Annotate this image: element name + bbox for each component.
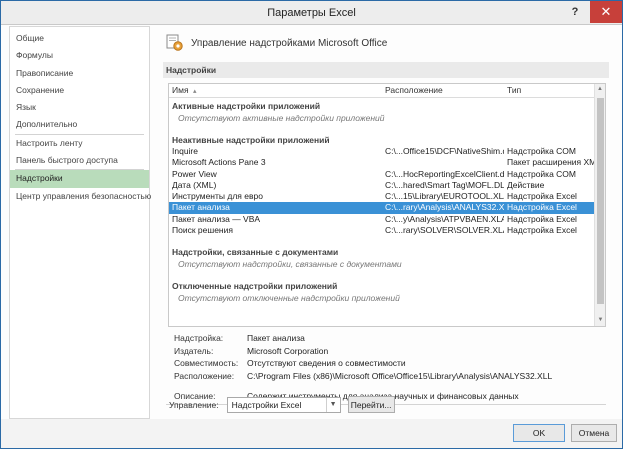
sidebar-item-save[interactable]: Сохранение: [10, 82, 149, 99]
chevron-down-icon[interactable]: ▼: [325, 397, 340, 412]
scroll-up-icon[interactable]: ▲: [595, 84, 605, 95]
group-header-document: Надстройки, связанные с документами: [172, 247, 339, 258]
go-button[interactable]: Перейти...: [347, 396, 395, 413]
title-bar: Параметры Excel ? ✕: [1, 1, 622, 25]
manage-label: Управление:: [169, 399, 219, 410]
detail-addin-name: Пакет анализа: [247, 333, 305, 343]
list-row[interactable]: Inquire C:\...Office15\DCF\NativeShim.dll…: [169, 146, 595, 157]
main-panel: Управление надстройками Microsoft Office…: [158, 26, 616, 419]
group-header-inactive: Неактивные надстройки приложений: [172, 135, 330, 145]
section-title: Надстройки: [163, 62, 609, 78]
column-header-location[interactable]: Расположение: [382, 84, 504, 97]
sidebar-item-addins[interactable]: Надстройки: [10, 170, 149, 188]
addin-details: Надстройка: Пакет анализа Издатель: Micros…: [174, 332, 552, 403]
list-row[interactable]: Инструменты для евро C:\...15\Library\EUR…: [169, 191, 595, 202]
column-header-name[interactable]: Имя ▴: [169, 84, 382, 97]
list-row-selected[interactable]: Пакет анализа C:\...rary\Analysis\ANALYS3…: [169, 202, 595, 214]
gear-addins-icon: [166, 34, 183, 51]
sidebar-item-general[interactable]: Общие: [10, 30, 149, 47]
sidebar-item-language[interactable]: Язык: [10, 99, 149, 116]
group-empty-text: Отсутствуют активные надстройки приложен…: [178, 113, 385, 123]
sidebar: Общие Формулы Правописание Сохранение Яз…: [9, 26, 151, 419]
ok-button[interactable]: OK: [513, 424, 565, 442]
help-button[interactable]: ?: [560, 1, 590, 23]
detail-location: C:\Program Files (x86)\Microsoft Office\…: [247, 370, 553, 381]
sidebar-item-customize-ribbon[interactable]: Настроить ленту: [10, 135, 149, 152]
list-row[interactable]: Дата (XML) C:\...hared\Smart Tag\MOFL.DLL…: [169, 180, 595, 191]
list-row[interactable]: Пакет анализа — VBA C:\...y\Analysis\ATPV…: [169, 214, 595, 225]
scroll-down-icon[interactable]: ▼: [595, 315, 605, 326]
detail-compatibility: Отсутствуют сведения о совместимости: [247, 358, 406, 368]
list-row[interactable]: Microsoft Actions Pane 3 Пакет расширения…: [169, 157, 595, 168]
sidebar-item-trust-center[interactable]: Центр управления безопасностью: [10, 188, 151, 205]
options-dialog: Параметры Excel ? ✕ Общие Формулы Правоп…: [0, 0, 623, 449]
sidebar-item-formulas[interactable]: Формулы: [10, 47, 149, 64]
column-name-label: Имя: [172, 85, 189, 95]
detail-publisher: Microsoft Corporation: [247, 345, 329, 356]
sort-arrow-icon: ▴: [192, 88, 197, 95]
manage-select-value: Надстройки Excel: [231, 399, 302, 410]
close-button[interactable]: ✕: [590, 1, 622, 23]
detail-label: Расположение:: [174, 370, 235, 381]
detail-label: Совместимость:: [174, 358, 239, 368]
manage-row: Управление: Надстройки Excel ▼ Перейти..…: [169, 396, 395, 413]
group-header-active: Активные надстройки приложений: [172, 101, 321, 111]
column-header-type[interactable]: Тип: [504, 84, 594, 97]
detail-label: Издатель:: [174, 345, 214, 356]
group-header-disabled: Отключенные надстройки приложений: [172, 281, 338, 292]
group-empty-text: Отсутствуют отключенные надстройки прило…: [178, 293, 400, 304]
cancel-button[interactable]: Отмена: [571, 424, 617, 442]
detail-label: Надстройка:: [174, 333, 224, 343]
list-row[interactable]: Поиск решения C:\...rary\SOLVER\SOLVER.XL…: [169, 225, 595, 236]
sidebar-item-quick-access[interactable]: Панель быстрого доступа: [10, 152, 149, 169]
manage-select[interactable]: Надстройки Excel ▼: [226, 396, 341, 413]
scroll-thumb[interactable]: [597, 98, 604, 304]
list-row[interactable]: Power View C:\...HocReportingExcelClient.…: [169, 169, 595, 180]
list-body: Активные надстройки приложений Отсутству…: [169, 100, 595, 304]
page-header: Управление надстройками Microsoft Office: [166, 34, 387, 52]
addins-list[interactable]: Имя ▴ Расположение Тип Активные надстрой…: [168, 83, 606, 327]
group-empty-text: Отсутствуют надстройки, связанные с доку…: [178, 259, 402, 270]
page-title: Управление надстройками Microsoft Office: [191, 37, 388, 49]
sidebar-item-proofing[interactable]: Правописание: [10, 65, 149, 82]
list-scrollbar[interactable]: ▲ ▼: [594, 84, 605, 326]
sidebar-item-advanced[interactable]: Дополнительно: [10, 116, 149, 133]
window-title: Параметры Excel: [267, 6, 356, 19]
list-header: Имя ▴ Расположение Тип: [169, 84, 605, 98]
